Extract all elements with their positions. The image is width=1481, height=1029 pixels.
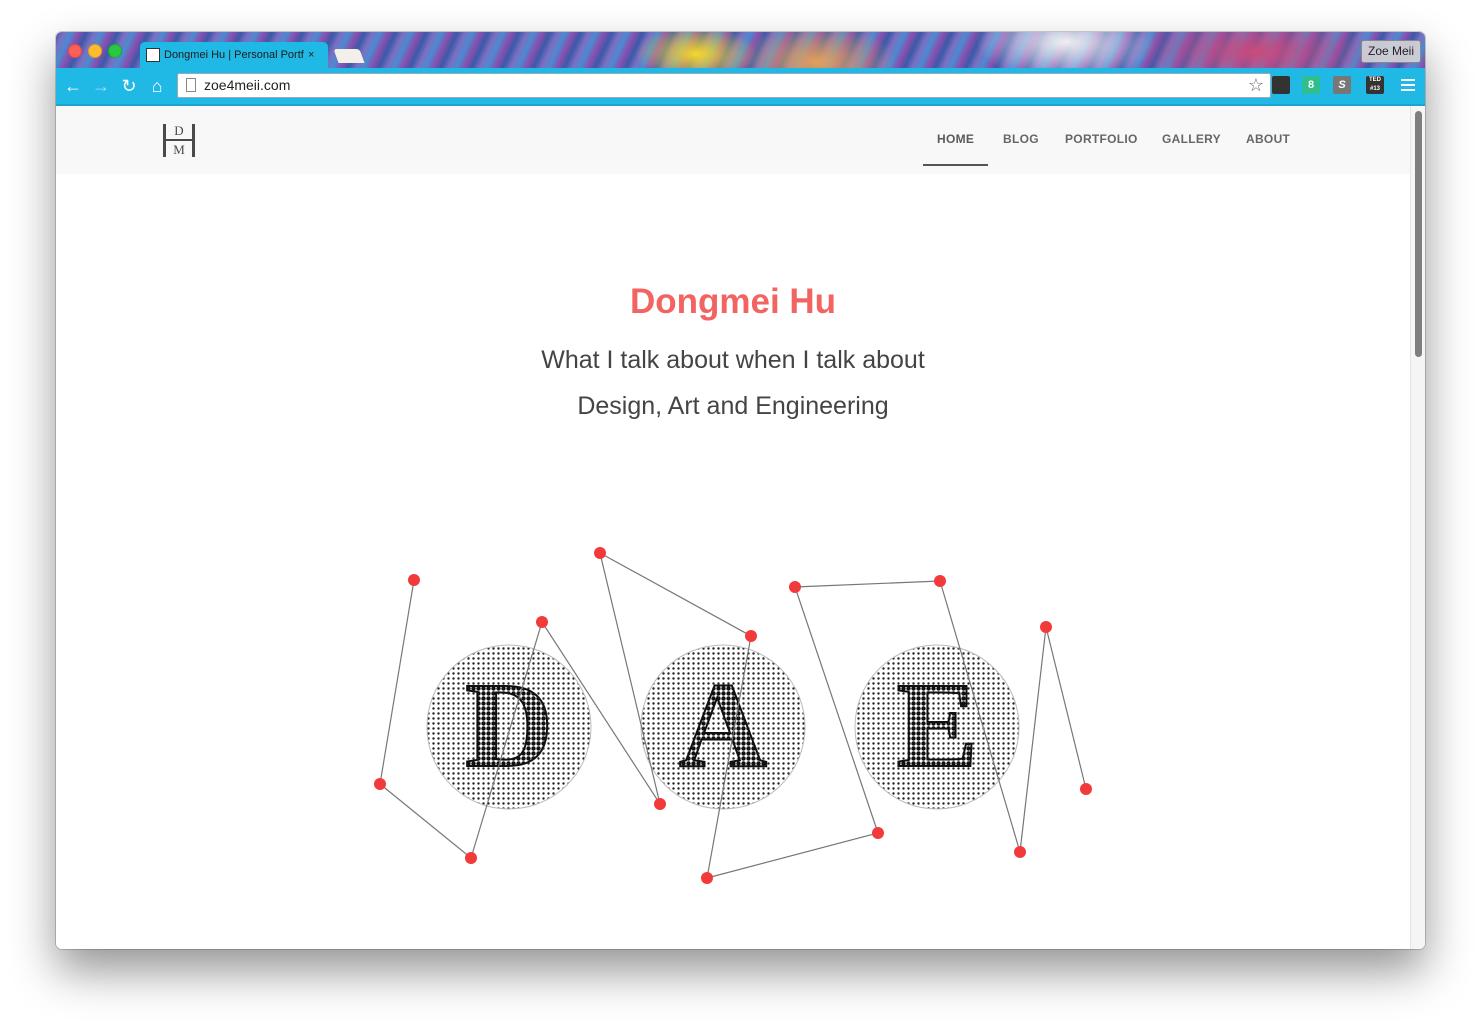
network-node	[745, 630, 757, 642]
tab-strip: Dongmei Hu | Personal Portfolio × Zoe Me…	[56, 32, 1425, 68]
window-maximize-button[interactable]	[108, 44, 122, 58]
network-node	[872, 827, 884, 839]
new-tab-button[interactable]	[333, 49, 365, 63]
home-icon[interactable]: ⌂	[146, 74, 168, 98]
network-node	[701, 872, 713, 884]
letter-e: E	[896, 658, 977, 793]
menu-icon[interactable]	[1401, 76, 1415, 94]
network-node	[654, 798, 666, 810]
halftone-circle-a: A	[640, 644, 806, 810]
grammarly-extension-icon[interactable]: 8	[1302, 76, 1320, 94]
page-icon	[186, 78, 196, 92]
network-node	[789, 581, 801, 593]
network-node	[374, 778, 386, 790]
browser-tab[interactable]: Dongmei Hu | Personal Portfolio ×	[140, 42, 328, 68]
network-node	[934, 575, 946, 587]
reload-icon[interactable]: ↻	[118, 74, 140, 98]
window-minimize-button[interactable]	[88, 44, 102, 58]
site-favicon-icon	[146, 48, 160, 62]
letter-a: A	[679, 658, 767, 793]
network-node	[408, 574, 420, 586]
network-node	[1040, 621, 1052, 633]
dae-network-illustration: D A E	[374, 547, 1092, 884]
browser-toolbar: ← → ↻ ⌂ zoe4meii.com ☆ 8 S TED #13	[56, 68, 1425, 106]
back-arrow-icon[interactable]: ←	[62, 74, 84, 98]
bookmark-star-icon[interactable]: ☆	[1248, 75, 1264, 96]
network-node	[1014, 846, 1026, 858]
network-node	[1080, 783, 1092, 795]
evernote-extension-icon[interactable]	[1272, 76, 1290, 94]
network-node	[594, 547, 606, 559]
stylish-extension-icon[interactable]: S	[1333, 76, 1351, 94]
halftone-circle-d: D	[426, 644, 592, 810]
tab-close-icon[interactable]: ×	[308, 49, 314, 61]
network-node	[465, 852, 477, 864]
scrollbar-thumb[interactable]	[1415, 111, 1422, 357]
page-viewport: D M HOME BLOG PORTFOLIO GALLERY ABOUT Do…	[56, 106, 1425, 949]
browser-window: Dongmei Hu | Personal Portfolio × Zoe Me…	[56, 32, 1425, 949]
network-node	[536, 616, 548, 628]
forward-arrow-icon[interactable]: →	[90, 74, 112, 98]
halftone-circle-e: E	[854, 644, 1020, 810]
url-text[interactable]: zoe4meii.com	[204, 74, 290, 97]
address-bar[interactable]: zoe4meii.com ☆	[177, 73, 1271, 98]
letter-d: D	[465, 658, 553, 793]
ted-extension-icon[interactable]: TED #13	[1366, 76, 1384, 94]
tab-title: Dongmei Hu | Personal Portfolio	[164, 49, 304, 61]
vertical-scrollbar[interactable]	[1410, 106, 1425, 949]
profile-button[interactable]: Zoe Meii	[1360, 40, 1421, 63]
window-close-button[interactable]	[68, 44, 82, 58]
